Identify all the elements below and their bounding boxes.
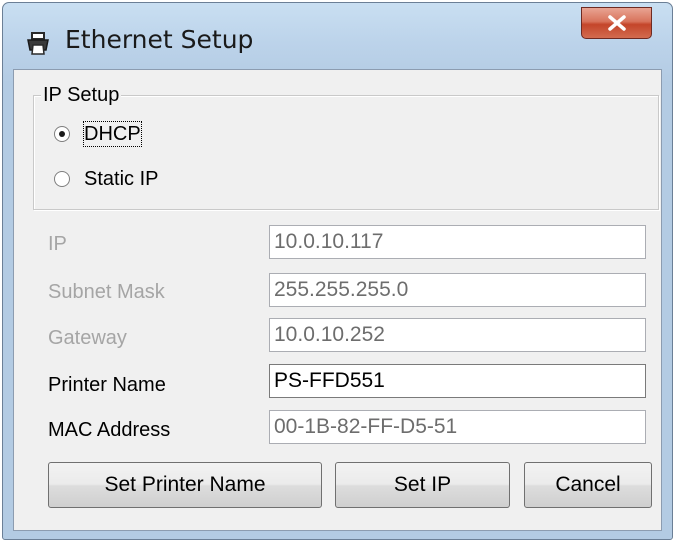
gateway-label: Gateway bbox=[48, 327, 127, 349]
mac-address-label: MAC Address bbox=[48, 419, 171, 441]
title-bar[interactable]: Ethernet Setup bbox=[3, 3, 672, 73]
dhcp-radio[interactable]: DHCP bbox=[54, 121, 142, 147]
mac-address-field: 00-1B-82-FF-D5-51 bbox=[269, 410, 646, 444]
static-ip-label[interactable]: Static IP bbox=[84, 167, 158, 191]
static-ip-radio[interactable]: Static IP bbox=[54, 167, 158, 191]
gateway-field: 10.0.10.252 bbox=[269, 318, 646, 352]
set-printer-name-button[interactable]: Set Printer Name bbox=[48, 462, 322, 508]
subnet-mask-label: Subnet Mask bbox=[48, 281, 165, 303]
ethernet-setup-window: Ethernet Setup IP Setup DHCP Static IP I… bbox=[2, 2, 673, 540]
dhcp-radio-circle[interactable] bbox=[54, 126, 70, 142]
close-button[interactable] bbox=[581, 7, 652, 39]
close-icon bbox=[608, 15, 626, 31]
dhcp-label[interactable]: DHCP bbox=[83, 121, 142, 147]
printer-icon bbox=[25, 30, 51, 56]
printer-name-label: Printer Name bbox=[48, 374, 166, 396]
subnet-mask-field: 255.255.255.0 bbox=[269, 273, 646, 307]
printer-name-field[interactable]: PS-FFD551 bbox=[269, 364, 646, 398]
ip-label: IP bbox=[48, 233, 67, 255]
set-ip-button[interactable]: Set IP bbox=[335, 462, 510, 508]
cancel-button[interactable]: Cancel bbox=[524, 462, 652, 508]
dialog-body: IP Setup DHCP Static IP IP 10.0.10.117 S… bbox=[13, 69, 662, 531]
window-title: Ethernet Setup bbox=[65, 25, 254, 54]
ip-field: 10.0.10.117 bbox=[269, 225, 646, 259]
ip-setup-legend: IP Setup bbox=[41, 84, 122, 107]
ip-setup-group bbox=[33, 95, 659, 210]
static-ip-radio-circle[interactable] bbox=[54, 171, 70, 187]
